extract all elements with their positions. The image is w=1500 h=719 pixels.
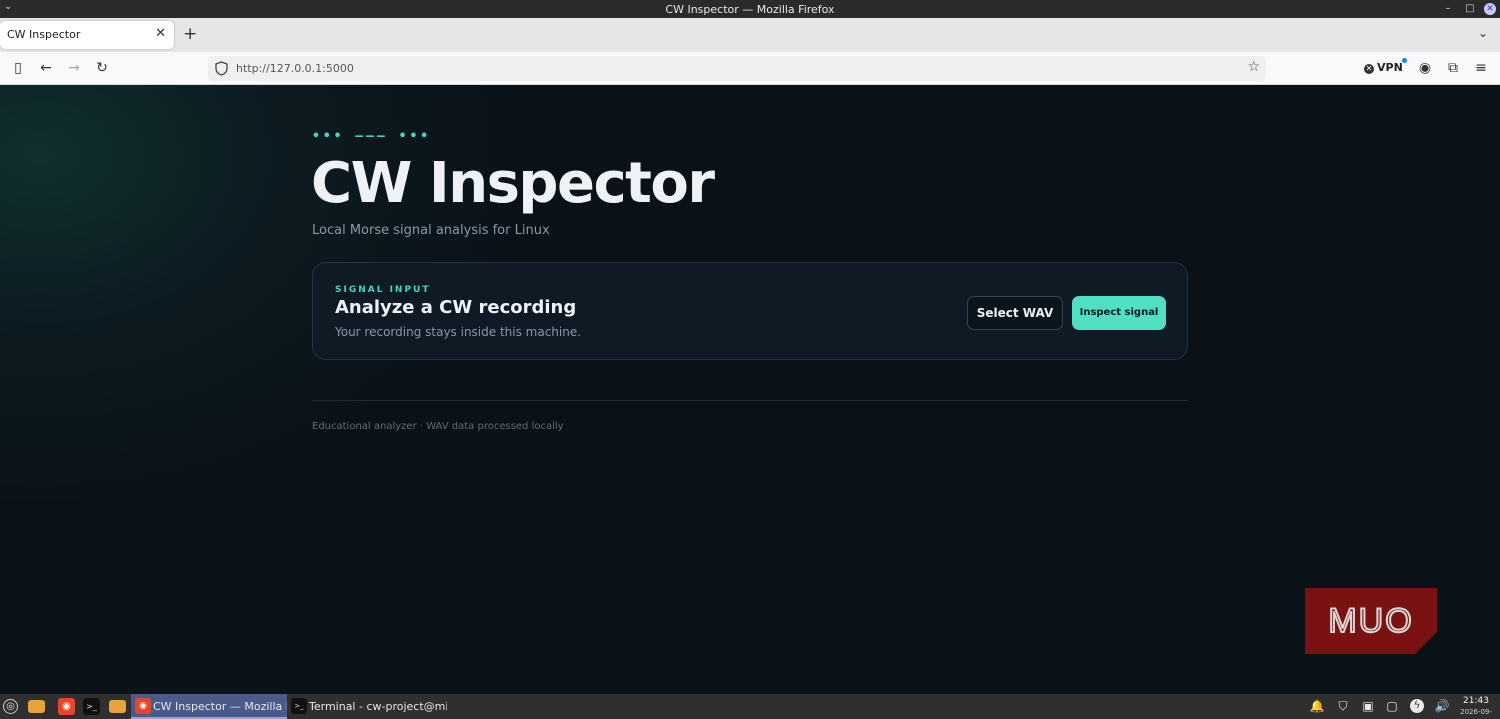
security-shield-icon[interactable]: ⛉: [1335, 698, 1351, 714]
menu-icon[interactable]: ≡: [1471, 58, 1491, 78]
window-list-icon[interactable]: ▢: [1384, 698, 1400, 714]
signal-input-card: SIGNAL INPUT Analyze a CW recording Your…: [312, 262, 1188, 360]
forward-icon[interactable]: →: [64, 58, 84, 78]
start-menu-icon[interactable]: ◎: [3, 699, 18, 714]
footer-divider: [312, 400, 1188, 401]
card-description: Your recording stays inside this machine…: [335, 325, 582, 339]
firefox-launcher-icon[interactable]: ◉: [58, 698, 75, 715]
account-icon[interactable]: ◉: [1415, 58, 1435, 78]
svg-text:MUO: MUO: [1328, 602, 1413, 640]
terminal-icon: >_: [291, 698, 307, 714]
volume-icon[interactable]: 🔊: [1434, 698, 1450, 714]
task-label: Terminal - cw-project@mi...: [309, 700, 447, 713]
extensions-icon[interactable]: ⧉: [1443, 58, 1463, 78]
taskbar-task-terminal[interactable]: >_ Terminal - cw-project@mi...: [287, 694, 447, 719]
tab-close-icon[interactable]: ✕: [155, 26, 166, 41]
vpn-notification-dot: [1401, 58, 1407, 63]
files-launcher-icon[interactable]: ▬: [28, 700, 45, 714]
task-label: CW Inspector — Mozilla Fir...: [153, 700, 287, 713]
clipboard-icon[interactable]: ▣: [1360, 698, 1376, 714]
bookmark-star-icon[interactable]: ☆: [1247, 59, 1260, 75]
tab-strip: CW Inspector ✕ + ⌄: [0, 18, 1500, 52]
minimize-icon[interactable]: –: [1441, 2, 1455, 16]
card-eyebrow: SIGNAL INPUT: [335, 285, 431, 295]
vpn-button[interactable]: ✕ VPN: [1364, 58, 1407, 74]
url-bar[interactable]: http://127.0.0.1:5000 ☆: [208, 56, 1266, 81]
footer-note: Educational analyzer · WAV data processe…: [312, 421, 564, 432]
inspect-signal-button[interactable]: Inspect signal: [1072, 296, 1166, 330]
firefox-icon: ◉: [135, 698, 151, 714]
site-info-shield-icon[interactable]: [215, 61, 228, 76]
notifications-bell-icon[interactable]: 🔔: [1309, 698, 1325, 714]
card-title: Analyze a CW recording: [335, 297, 577, 318]
window-title: CW Inspector — Mozilla Firefox: [665, 3, 835, 16]
clock-date: 2026-09-18: [1460, 708, 1492, 716]
muo-watermark-logo: MUO: [1305, 588, 1437, 654]
maximize-icon[interactable]: □: [1463, 2, 1477, 16]
select-wav-button[interactable]: Select WAV: [967, 296, 1063, 330]
clock[interactable]: 21:43 2026-09-18: [1456, 696, 1496, 719]
back-icon[interactable]: ←: [36, 58, 56, 78]
clock-time: 21:43: [1463, 696, 1489, 706]
nav-toolbar: ▯ ← → ↻ http://127.0.0.1:5000 ☆ ✕ VPN ◉ ⧉…: [0, 52, 1500, 85]
vpn-status-icon: ✕: [1364, 64, 1374, 74]
page-title: CW Inspector: [311, 151, 715, 216]
taskbar-task-firefox[interactable]: ◉ CW Inspector — Mozilla Fir...: [131, 694, 287, 719]
sidebar-icon[interactable]: ▯: [8, 58, 28, 78]
page-subtitle: Local Morse signal analysis for Linux: [312, 223, 550, 238]
close-window-icon[interactable]: ✕: [1484, 3, 1496, 15]
list-all-tabs-icon[interactable]: ⌄: [1478, 26, 1488, 40]
terminal-launcher-icon[interactable]: >_: [83, 698, 100, 715]
morse-decoration: ••• ––– •••: [312, 129, 432, 144]
vpn-label: VPN: [1377, 61, 1403, 74]
reload-icon[interactable]: ↻: [92, 58, 112, 78]
muo-logo-icon: MUO: [1305, 588, 1437, 654]
os-taskbar: ◎ ▬ ◉ >_ ▬ ◉ CW Inspector — Mozilla Fir.…: [0, 694, 1500, 719]
new-tab-button[interactable]: +: [183, 25, 197, 43]
folder-launcher-icon[interactable]: ▬: [109, 700, 126, 714]
os-titlebar: ⌄ CW Inspector — Mozilla Firefox – □ ✕: [0, 0, 1500, 18]
power-icon[interactable]: ϟ: [1410, 699, 1424, 713]
tab-label: CW Inspector: [7, 28, 81, 41]
url-text[interactable]: http://127.0.0.1:5000: [236, 62, 354, 75]
browser-tab[interactable]: CW Inspector ✕: [0, 21, 174, 49]
page-content: ••• ––– ••• CW Inspector Local Morse sig…: [0, 85, 1500, 694]
